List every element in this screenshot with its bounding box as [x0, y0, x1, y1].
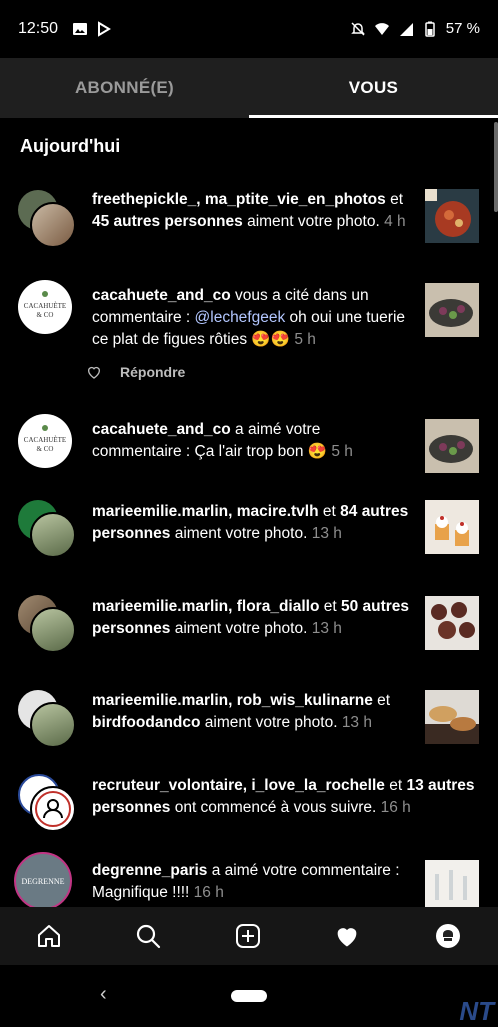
mention-link[interactable]: @lechefgeek	[195, 309, 286, 326]
heart-filled-icon	[337, 928, 357, 947]
activity-button[interactable]	[332, 921, 362, 951]
tableware-photo-icon	[425, 860, 479, 907]
search-button[interactable]	[133, 921, 163, 951]
post-thumbnail[interactable]	[425, 419, 479, 473]
tab-you[interactable]: VOUS	[249, 58, 498, 118]
avatar[interactable]	[18, 500, 76, 558]
post-thumbnail[interactable]	[425, 596, 479, 650]
svg-text:& CO: & CO	[37, 445, 54, 453]
cacahuete-logo-icon: CACAHUÈTE& CO	[24, 425, 66, 453]
cacahuete-logo-icon: CACAHUÈTE& CO	[24, 291, 66, 319]
battery-icon	[425, 21, 435, 37]
heart-outline-icon[interactable]	[86, 364, 102, 380]
notification-text: recruteur_volontaire, i_love_la_rochelle…	[92, 777, 475, 816]
active-tab-indicator	[249, 115, 498, 118]
play-store-icon	[98, 21, 111, 37]
tab-following[interactable]: ABONNÉ(E)	[0, 58, 249, 118]
scrollbar[interactable]	[494, 122, 498, 212]
avatar-front	[30, 202, 76, 248]
battery-percent: 57 %	[445, 20, 480, 37]
new-post-button[interactable]	[233, 921, 263, 951]
food-photo-icon	[425, 419, 479, 473]
avatar[interactable]	[18, 190, 76, 248]
signal-icon	[399, 22, 413, 36]
food-photo-icon	[425, 283, 479, 337]
post-thumbnail[interactable]	[425, 500, 479, 554]
post-thumbnail[interactable]	[425, 189, 479, 243]
svg-text:CACAHUÈTE: CACAHUÈTE	[24, 436, 66, 444]
avatar[interactable]: CACAHUÈTE & CO	[18, 280, 74, 336]
profile-avatar-icon	[436, 924, 460, 948]
user-search-icon	[35, 791, 71, 827]
back-chevron-icon[interactable]: ‹	[100, 983, 107, 1006]
home-icon	[38, 925, 60, 947]
notification-text: cacahuete_and_co a aimé votre commentair…	[92, 421, 353, 460]
avatar[interactable]	[18, 595, 76, 653]
add-post-icon	[236, 924, 260, 948]
home-button[interactable]	[34, 921, 64, 951]
post-thumbnail[interactable]	[425, 690, 479, 744]
notification-text: marieemilie.marlin, flora_diallo et 50 a…	[92, 598, 410, 637]
avatar[interactable]	[18, 690, 76, 748]
svg-text:& CO: & CO	[37, 311, 54, 319]
notification-text: degrenne_paris a aimé votre commentaire …	[92, 862, 400, 901]
status-time: 12:50	[18, 20, 59, 37]
reply-button[interactable]: Répondre	[120, 364, 185, 380]
mute-bell-icon	[350, 21, 365, 36]
comment-actions: Répondre	[86, 364, 185, 380]
search-icon	[136, 924, 161, 949]
notification-text: marieemilie.marlin, macire.tvlh et 84 au…	[92, 503, 409, 542]
wifi-icon	[374, 22, 389, 35]
gallery-icon	[73, 23, 87, 35]
section-title-today: Aujourd'hui	[20, 136, 121, 156]
avatar[interactable]: CACAHUÈTE & CO	[18, 414, 74, 470]
food-photo-icon	[425, 189, 479, 243]
status-bar: 12:50 57 %	[0, 0, 498, 58]
watermark-logo: NT	[459, 996, 494, 1026]
post-thumbnail[interactable]	[425, 283, 479, 337]
food-photo-icon	[425, 690, 479, 744]
notification-text: marieemilie.marlin, rob_wis_kulinarne et…	[92, 692, 391, 731]
avatar[interactable]: DEGRENNE	[14, 852, 76, 914]
avatar[interactable]	[18, 774, 76, 832]
notification-text: cacahuete_and_co vous a cité dans un com…	[92, 287, 406, 348]
notification-text: freethepickle_, ma_ptite_vie_en_photos e…	[92, 191, 406, 230]
profile-button[interactable]	[433, 921, 463, 951]
home-gesture-pill[interactable]	[231, 990, 267, 1002]
food-photo-icon	[425, 596, 479, 650]
degrenne-logo: DEGRENNE	[21, 876, 65, 886]
activity-tabs: ABONNÉ(E) VOUS	[0, 58, 498, 118]
svg-text:CACAHUÈTE: CACAHUÈTE	[24, 302, 66, 310]
post-thumbnail[interactable]	[425, 860, 479, 907]
bottom-navigation	[0, 907, 498, 965]
food-photo-icon	[425, 500, 479, 554]
